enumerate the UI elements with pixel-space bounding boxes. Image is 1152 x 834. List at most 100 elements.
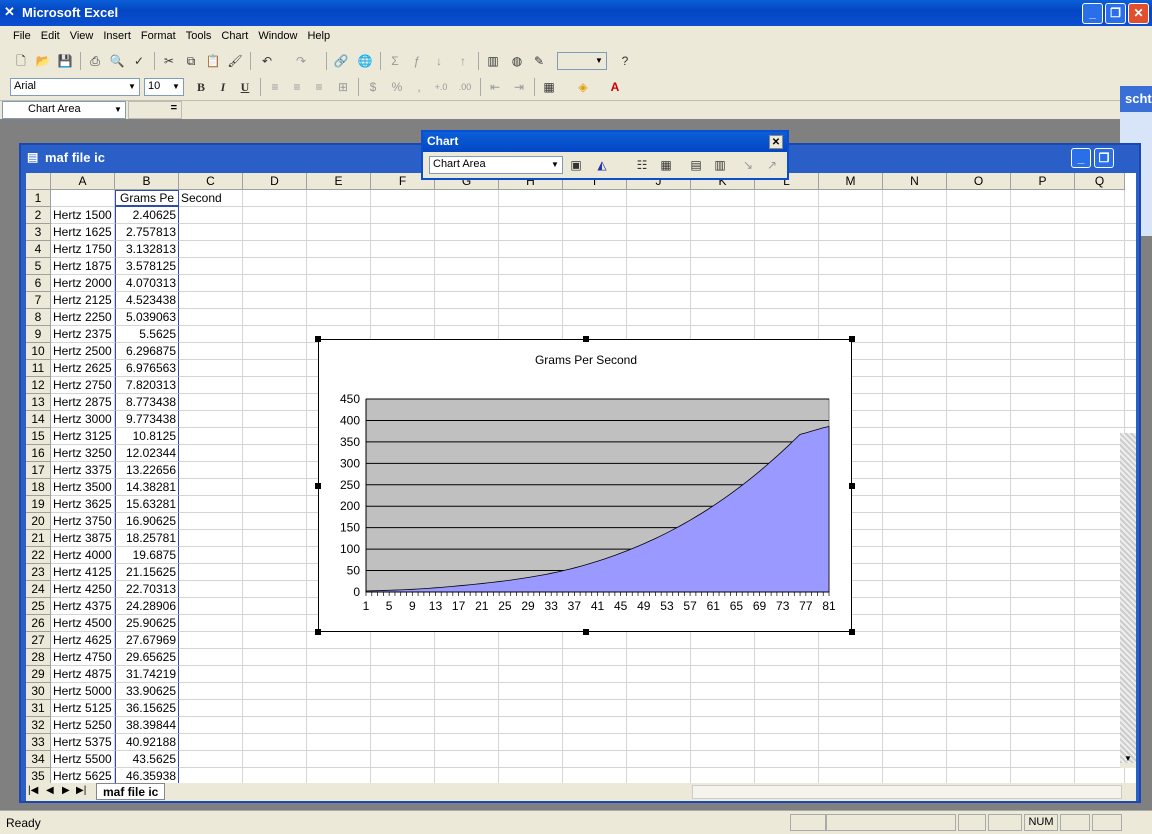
row-header[interactable]: 20 xyxy=(26,513,51,530)
cell-B[interactable]: 15.63281 xyxy=(115,496,179,513)
cell-A[interactable]: Hertz 5500 xyxy=(51,751,115,768)
vertical-scrollbar[interactable]: ▼ xyxy=(1120,433,1136,768)
cell-A[interactable]: Hertz 5250 xyxy=(51,717,115,734)
column-header-P[interactable]: P xyxy=(1011,173,1075,190)
cell-A[interactable]: Hertz 3750 xyxy=(51,513,115,530)
row-header[interactable]: 31 xyxy=(26,700,51,717)
cell-A[interactable]: Hertz 2375 xyxy=(51,326,115,343)
paste-icon[interactable]: 📋 xyxy=(204,52,222,70)
cell-A[interactable]: Hertz 3625 xyxy=(51,496,115,513)
row-header[interactable]: 12 xyxy=(26,377,51,394)
row-header[interactable]: 14 xyxy=(26,411,51,428)
row-header[interactable]: 2 xyxy=(26,207,51,224)
spelling-icon[interactable]: ✓ xyxy=(130,52,148,70)
cell-B[interactable]: 10.8125 xyxy=(115,428,179,445)
cell-B[interactable]: 6.296875 xyxy=(115,343,179,360)
cell-B[interactable]: 40.92188 xyxy=(115,734,179,751)
cell-A[interactable]: Hertz 3500 xyxy=(51,479,115,496)
menu-window[interactable]: Window xyxy=(253,26,302,42)
cell-B[interactable]: 27.67969 xyxy=(115,632,179,649)
align-center-icon[interactable]: ≡ xyxy=(288,78,306,96)
copy-icon[interactable]: ⧉ xyxy=(182,52,200,70)
column-header-A[interactable]: A xyxy=(51,173,115,190)
decrease-decimal-icon[interactable]: .00 xyxy=(456,78,474,96)
cell-B[interactable]: 24.28906 xyxy=(115,598,179,615)
align-right-icon[interactable]: ≡ xyxy=(310,78,328,96)
row-header[interactable]: 4 xyxy=(26,241,51,258)
row-header[interactable]: 32 xyxy=(26,717,51,734)
cell-B[interactable]: 21.15625 xyxy=(115,564,179,581)
cell-B[interactable]: 2.40625 xyxy=(115,207,179,224)
cell-B[interactable]: 46.35938 xyxy=(115,768,179,783)
cell-A[interactable]: Hertz 4375 xyxy=(51,598,115,615)
cell-B[interactable]: 3.132813 xyxy=(115,241,179,258)
chart-toolbar-close-button[interactable]: ✕ xyxy=(769,135,783,149)
cell-A[interactable]: Hertz 3375 xyxy=(51,462,115,479)
save-icon[interactable]: 💾 xyxy=(56,52,74,70)
row-header[interactable]: 9 xyxy=(26,326,51,343)
cell-B[interactable]: 33.90625 xyxy=(115,683,179,700)
cell-B[interactable]: 3.578125 xyxy=(115,258,179,275)
row-header[interactable]: 16 xyxy=(26,445,51,462)
row-header[interactable]: 18 xyxy=(26,479,51,496)
cell-A[interactable]: Hertz 3000 xyxy=(51,411,115,428)
increase-indent-icon[interactable]: ⇥ xyxy=(510,78,528,96)
cell-A[interactable]: Hertz 4875 xyxy=(51,666,115,683)
function-icon[interactable]: ƒ xyxy=(408,52,426,70)
font-name-combo[interactable]: Arial ▼ xyxy=(10,78,140,96)
cell-B[interactable]: 12.02344 xyxy=(115,445,179,462)
cell-B[interactable]: 36.15625 xyxy=(115,700,179,717)
italic-button[interactable]: I xyxy=(214,78,232,96)
cell-A[interactable]: Hertz 1750 xyxy=(51,241,115,258)
menu-insert[interactable]: Insert xyxy=(98,26,136,42)
first-sheet-icon[interactable]: |◀ xyxy=(28,785,38,796)
cell-A[interactable]: Hertz 1875 xyxy=(51,258,115,275)
column-header-C[interactable]: C xyxy=(179,173,243,190)
increase-decimal-icon[interactable]: +.0 xyxy=(432,78,450,96)
cell-B[interactable]: 22.70313 xyxy=(115,581,179,598)
menu-chart[interactable]: Chart xyxy=(216,26,253,42)
sheet-tab[interactable]: maf file ic xyxy=(96,783,166,800)
help-icon[interactable]: ? xyxy=(616,52,634,70)
print-preview-icon[interactable]: 🔍 xyxy=(108,52,126,70)
cell-A[interactable]: Hertz 2000 xyxy=(51,275,115,292)
cell-C1[interactable]: Second xyxy=(179,190,259,207)
row-header[interactable]: 19 xyxy=(26,496,51,513)
cell-B[interactable]: 4.523438 xyxy=(115,292,179,309)
scroll-down-icon[interactable]: ▼ xyxy=(1120,754,1136,768)
next-sheet-icon[interactable]: ▶ xyxy=(62,785,70,796)
row-header[interactable]: 15 xyxy=(26,428,51,445)
cell-B[interactable]: 25.90625 xyxy=(115,615,179,632)
row-header[interactable]: 28 xyxy=(26,649,51,666)
align-left-icon[interactable]: ≡ xyxy=(266,78,284,96)
row-header[interactable]: 34 xyxy=(26,751,51,768)
angle-down-icon[interactable]: ↘ xyxy=(739,156,757,174)
last-sheet-icon[interactable]: ▶| xyxy=(76,785,86,796)
row-header[interactable]: 13 xyxy=(26,394,51,411)
zoom-combo[interactable]: ▼ xyxy=(557,52,607,70)
menu-help[interactable]: Help xyxy=(302,26,335,42)
cell-B[interactable]: 5.039063 xyxy=(115,309,179,326)
format-painter-icon[interactable]: 🖌 xyxy=(226,52,244,70)
cell-B[interactable]: 16.90625 xyxy=(115,513,179,530)
row-header[interactable]: 17 xyxy=(26,462,51,479)
row-header[interactable]: 24 xyxy=(26,581,51,598)
web-icon[interactable]: 🌐 xyxy=(356,52,374,70)
cell-B[interactable]: 8.773438 xyxy=(115,394,179,411)
wb-minimize-button[interactable]: _ xyxy=(1071,148,1091,168)
wb-restore-button[interactable]: ❐ xyxy=(1094,148,1114,168)
cell-B[interactable]: 14.38281 xyxy=(115,479,179,496)
cell-B[interactable]: 43.5625 xyxy=(115,751,179,768)
cell-B[interactable]: 13.22656 xyxy=(115,462,179,479)
row-header[interactable]: 29 xyxy=(26,666,51,683)
menu-view[interactable]: View xyxy=(65,26,99,42)
cell-B[interactable]: 4.070313 xyxy=(115,275,179,292)
cell-A[interactable]: Hertz 3875 xyxy=(51,530,115,547)
cell-B[interactable]: 2.757813 xyxy=(115,224,179,241)
cell-B[interactable]: 29.65625 xyxy=(115,649,179,666)
row-header[interactable]: 35 xyxy=(26,768,51,783)
cell-A[interactable]: Hertz 2875 xyxy=(51,394,115,411)
new-icon[interactable]: 🗋 xyxy=(12,52,30,70)
cell-B[interactable]: 5.5625 xyxy=(115,326,179,343)
cell-A[interactable]: Hertz 4250 xyxy=(51,581,115,598)
